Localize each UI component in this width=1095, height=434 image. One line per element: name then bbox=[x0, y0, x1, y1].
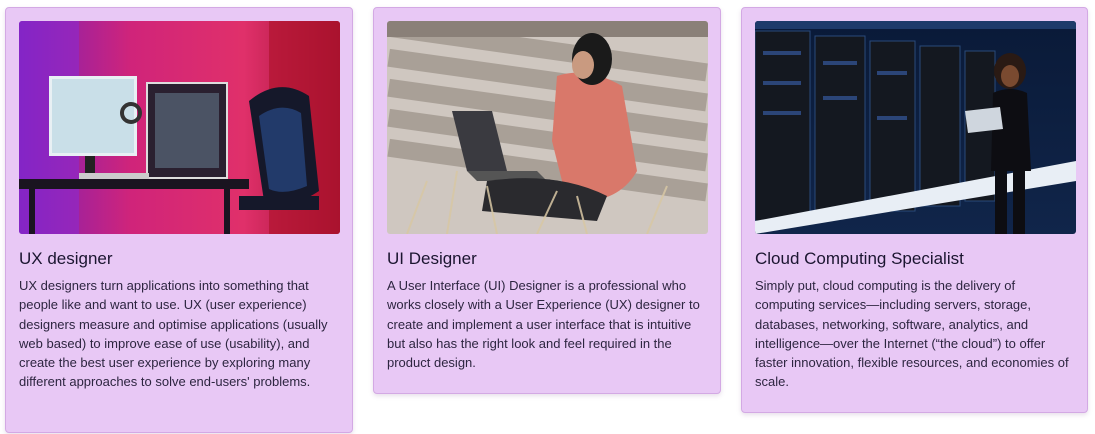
card-title: Cloud Computing Specialist bbox=[755, 249, 964, 268]
card-cloud-computing-specialist: Cloud Computing Specialist Simply put, c… bbox=[741, 7, 1088, 413]
card-description: UX designers turn applications into some… bbox=[19, 278, 328, 390]
woman-laptop-bench-photo bbox=[387, 21, 708, 234]
card-description: Simply put, cloud computing is the deliv… bbox=[755, 278, 1069, 390]
gaming-desk-photo bbox=[19, 21, 340, 234]
career-cards: UX designer UX designers turn applicatio… bbox=[0, 0, 1095, 434]
server-room-photo bbox=[755, 21, 1076, 234]
card-title: UX designer bbox=[19, 249, 113, 268]
card-description: A User Interface (UI) Designer is a prof… bbox=[387, 278, 700, 371]
card-ui-designer: UI Designer A User Interface (UI) Design… bbox=[373, 7, 721, 394]
card-title: UI Designer bbox=[387, 249, 477, 268]
card-ux-designer: UX designer UX designers turn applicatio… bbox=[5, 7, 353, 433]
